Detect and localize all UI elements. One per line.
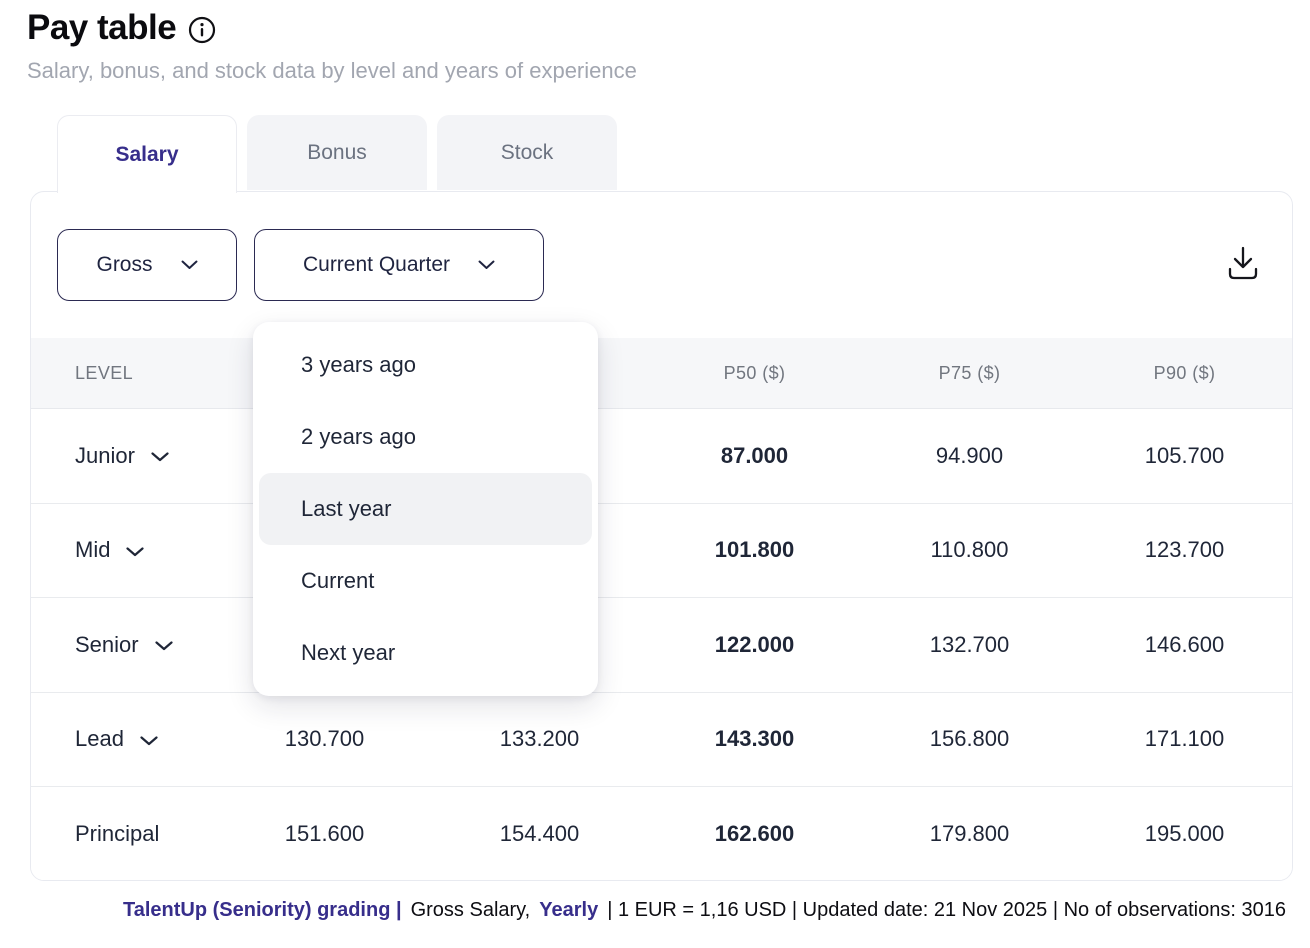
level-toggle-junior[interactable]: Junior — [31, 443, 217, 469]
table-row-principal: Principal 151.600 154.400 162.600 179.80… — [31, 787, 1292, 881]
table-cell-p50: 101.800 — [647, 537, 862, 563]
pay-table: LEVEL P50 ($) P75 ($) P90 ($) Junior 87.… — [31, 338, 1292, 880]
period-select[interactable]: Current Quarter — [254, 229, 544, 301]
column-header-p90: P90 ($) — [1077, 363, 1292, 384]
period-dropdown-menu: 3 years ago 2 years ago Last year Curren… — [253, 322, 598, 696]
footnote-salary-type: Gross Salary, — [411, 899, 531, 922]
menu-item-current[interactable]: Current — [259, 545, 592, 617]
tab-stock[interactable]: Stock — [437, 115, 617, 190]
level-toggle-lead[interactable]: Lead — [31, 726, 217, 752]
chevron-down-icon — [181, 260, 198, 270]
level-toggle-mid[interactable]: Mid — [31, 537, 217, 563]
table-cell-p50: 122.000 — [647, 632, 862, 658]
footnote-grading-link[interactable]: TalentUp (Seniority) grading | — [123, 899, 402, 922]
table-row-senior: Senior 122.000 132.700 146.600 — [31, 598, 1292, 693]
chevron-down-icon — [151, 452, 169, 462]
level-label: Principal — [75, 821, 159, 847]
tab-bonus[interactable]: Bonus — [247, 115, 427, 190]
table-cell-p90: 123.700 — [1077, 537, 1292, 563]
level-label: Mid — [75, 537, 110, 563]
chevron-down-icon — [478, 260, 495, 270]
menu-item-3-years-ago[interactable]: 3 years ago — [259, 329, 592, 401]
table-cell-p10: 151.600 — [217, 821, 432, 847]
table-row-lead: Lead 130.700 133.200 143.300 156.800 171… — [31, 693, 1292, 788]
chevron-down-icon — [140, 736, 158, 746]
table-cell-p50: 143.300 — [647, 726, 862, 752]
page-title: Pay table — [27, 8, 176, 48]
table-cell-p75: 156.800 — [862, 726, 1077, 752]
pay-type-value: Gross — [96, 253, 152, 277]
level-label: Junior — [75, 443, 135, 469]
level-label: Senior — [75, 632, 139, 658]
table-cell-p10: 130.700 — [217, 726, 432, 752]
tab-salary[interactable]: Salary — [57, 115, 237, 193]
menu-item-next-year[interactable]: Next year — [259, 617, 592, 689]
footnote-periodicity-link[interactable]: Yearly — [539, 899, 598, 922]
page-header: Pay table Salary, bonus, and stock data … — [27, 8, 637, 84]
level-label-principal: Principal — [31, 821, 217, 847]
pay-table-card: Gross Current Quarter LEVEL P50 ($) P75 … — [30, 191, 1293, 881]
table-row-junior: Junior 87.000 94.900 105.700 — [31, 409, 1292, 504]
pay-type-select[interactable]: Gross — [57, 229, 237, 301]
footnote-details: | 1 EUR = 1,16 USD | Updated date: 21 No… — [607, 899, 1286, 922]
table-cell-p50: 87.000 — [647, 443, 862, 469]
table-cell-p50: 162.600 — [647, 821, 862, 847]
column-header-level: LEVEL — [31, 363, 217, 384]
menu-item-last-year[interactable]: Last year — [259, 473, 592, 545]
table-row-mid: Mid 101.800 110.800 123.700 — [31, 504, 1292, 599]
table-cell-p90: 146.600 — [1077, 632, 1292, 658]
table-cell-p90: 171.100 — [1077, 726, 1292, 752]
table-cell-p75: 94.900 — [862, 443, 1077, 469]
table-cell-p75: 110.800 — [862, 537, 1077, 563]
tab-bar: Salary Bonus Stock — [57, 115, 617, 193]
table-cell-p90: 195.000 — [1077, 821, 1292, 847]
info-icon[interactable] — [188, 16, 216, 44]
page-subtitle: Salary, bonus, and stock data by level a… — [27, 58, 637, 84]
chevron-down-icon — [155, 641, 173, 651]
table-cell-p25: 133.200 — [432, 726, 647, 752]
period-value: Current Quarter — [303, 253, 450, 277]
download-button[interactable] — [1222, 242, 1264, 284]
level-label: Lead — [75, 726, 124, 752]
level-toggle-senior[interactable]: Senior — [31, 632, 217, 658]
column-header-p50: P50 ($) — [647, 363, 862, 384]
menu-item-2-years-ago[interactable]: 2 years ago — [259, 401, 592, 473]
table-cell-p75: 132.700 — [862, 632, 1077, 658]
download-icon — [1223, 242, 1263, 284]
table-cell-p25: 154.400 — [432, 821, 647, 847]
table-cell-p75: 179.800 — [862, 821, 1077, 847]
table-cell-p90: 105.700 — [1077, 443, 1292, 469]
table-header-row: LEVEL P50 ($) P75 ($) P90 ($) — [31, 338, 1292, 409]
column-header-p75: P75 ($) — [862, 363, 1077, 384]
chevron-down-icon — [126, 547, 144, 557]
table-footnote: TalentUp (Seniority) grading | Gross Sal… — [73, 899, 1310, 922]
